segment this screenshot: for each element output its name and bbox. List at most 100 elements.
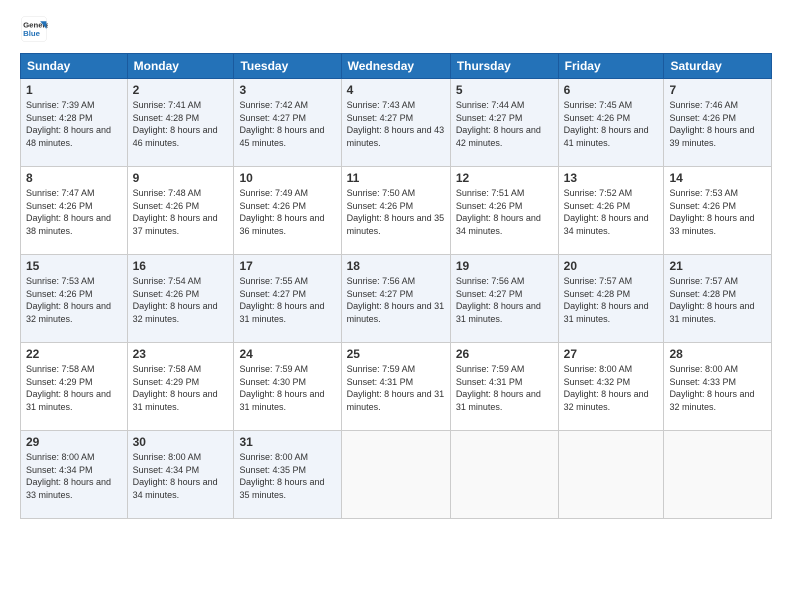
- day-number: 19: [456, 259, 553, 273]
- day-number: 2: [133, 83, 229, 97]
- day-info: Sunrise: 7:41 AMSunset: 4:28 PMDaylight:…: [133, 100, 218, 148]
- calendar-cell: [450, 431, 558, 519]
- day-info: Sunrise: 8:00 AMSunset: 4:34 PMDaylight:…: [133, 452, 218, 500]
- calendar-cell: 9 Sunrise: 7:48 AMSunset: 4:26 PMDayligh…: [127, 167, 234, 255]
- day-number: 22: [26, 347, 122, 361]
- logo-icon: General Blue: [20, 15, 48, 43]
- calendar-cell: 13 Sunrise: 7:52 AMSunset: 4:26 PMDaylig…: [558, 167, 664, 255]
- calendar-cell: 14 Sunrise: 7:53 AMSunset: 4:26 PMDaylig…: [664, 167, 772, 255]
- day-number: 28: [669, 347, 766, 361]
- day-info: Sunrise: 7:49 AMSunset: 4:26 PMDaylight:…: [239, 188, 324, 236]
- day-info: Sunrise: 7:48 AMSunset: 4:26 PMDaylight:…: [133, 188, 218, 236]
- day-info: Sunrise: 7:42 AMSunset: 4:27 PMDaylight:…: [239, 100, 324, 148]
- calendar-cell: 25 Sunrise: 7:59 AMSunset: 4:31 PMDaylig…: [341, 343, 450, 431]
- day-info: Sunrise: 7:53 AMSunset: 4:26 PMDaylight:…: [26, 276, 111, 324]
- day-info: Sunrise: 7:55 AMSunset: 4:27 PMDaylight:…: [239, 276, 324, 324]
- day-info: Sunrise: 7:46 AMSunset: 4:26 PMDaylight:…: [669, 100, 754, 148]
- calendar-cell: 30 Sunrise: 8:00 AMSunset: 4:34 PMDaylig…: [127, 431, 234, 519]
- calendar-cell: 6 Sunrise: 7:45 AMSunset: 4:26 PMDayligh…: [558, 79, 664, 167]
- day-number: 13: [564, 171, 659, 185]
- calendar-cell: 12 Sunrise: 7:51 AMSunset: 4:26 PMDaylig…: [450, 167, 558, 255]
- calendar-cell: 22 Sunrise: 7:58 AMSunset: 4:29 PMDaylig…: [21, 343, 128, 431]
- day-info: Sunrise: 8:00 AMSunset: 4:34 PMDaylight:…: [26, 452, 111, 500]
- day-number: 15: [26, 259, 122, 273]
- calendar-week-2: 8 Sunrise: 7:47 AMSunset: 4:26 PMDayligh…: [21, 167, 772, 255]
- day-number: 3: [239, 83, 335, 97]
- day-info: Sunrise: 7:59 AMSunset: 4:31 PMDaylight:…: [456, 364, 541, 412]
- day-number: 27: [564, 347, 659, 361]
- calendar-cell: 10 Sunrise: 7:49 AMSunset: 4:26 PMDaylig…: [234, 167, 341, 255]
- day-number: 30: [133, 435, 229, 449]
- calendar-cell: 1 Sunrise: 7:39 AMSunset: 4:28 PMDayligh…: [21, 79, 128, 167]
- calendar-cell: 8 Sunrise: 7:47 AMSunset: 4:26 PMDayligh…: [21, 167, 128, 255]
- calendar-cell: 23 Sunrise: 7:58 AMSunset: 4:29 PMDaylig…: [127, 343, 234, 431]
- day-number: 4: [347, 83, 445, 97]
- day-number: 12: [456, 171, 553, 185]
- day-info: Sunrise: 7:57 AMSunset: 4:28 PMDaylight:…: [669, 276, 754, 324]
- calendar-cell: [664, 431, 772, 519]
- day-number: 7: [669, 83, 766, 97]
- calendar-week-1: 1 Sunrise: 7:39 AMSunset: 4:28 PMDayligh…: [21, 79, 772, 167]
- day-info: Sunrise: 7:59 AMSunset: 4:31 PMDaylight:…: [347, 364, 445, 412]
- calendar-cell: 18 Sunrise: 7:56 AMSunset: 4:27 PMDaylig…: [341, 255, 450, 343]
- calendar-cell: 28 Sunrise: 8:00 AMSunset: 4:33 PMDaylig…: [664, 343, 772, 431]
- page: General Blue SundayMondayTuesdayWednesda…: [0, 0, 792, 612]
- day-number: 14: [669, 171, 766, 185]
- day-number: 25: [347, 347, 445, 361]
- day-info: Sunrise: 7:51 AMSunset: 4:26 PMDaylight:…: [456, 188, 541, 236]
- day-of-week-monday: Monday: [127, 54, 234, 79]
- day-of-week-friday: Friday: [558, 54, 664, 79]
- calendar-cell: 5 Sunrise: 7:44 AMSunset: 4:27 PMDayligh…: [450, 79, 558, 167]
- day-of-week-sunday: Sunday: [21, 54, 128, 79]
- calendar-cell: 3 Sunrise: 7:42 AMSunset: 4:27 PMDayligh…: [234, 79, 341, 167]
- day-number: 6: [564, 83, 659, 97]
- day-info: Sunrise: 7:57 AMSunset: 4:28 PMDaylight:…: [564, 276, 649, 324]
- day-number: 8: [26, 171, 122, 185]
- day-info: Sunrise: 7:56 AMSunset: 4:27 PMDaylight:…: [456, 276, 541, 324]
- day-number: 11: [347, 171, 445, 185]
- day-info: Sunrise: 7:54 AMSunset: 4:26 PMDaylight:…: [133, 276, 218, 324]
- day-info: Sunrise: 8:00 AMSunset: 4:32 PMDaylight:…: [564, 364, 649, 412]
- day-info: Sunrise: 7:53 AMSunset: 4:26 PMDaylight:…: [669, 188, 754, 236]
- day-of-week-tuesday: Tuesday: [234, 54, 341, 79]
- calendar-cell: 20 Sunrise: 7:57 AMSunset: 4:28 PMDaylig…: [558, 255, 664, 343]
- day-number: 20: [564, 259, 659, 273]
- day-info: Sunrise: 7:56 AMSunset: 4:27 PMDaylight:…: [347, 276, 445, 324]
- day-info: Sunrise: 8:00 AMSunset: 4:35 PMDaylight:…: [239, 452, 324, 500]
- calendar-week-5: 29 Sunrise: 8:00 AMSunset: 4:34 PMDaylig…: [21, 431, 772, 519]
- calendar-cell: 16 Sunrise: 7:54 AMSunset: 4:26 PMDaylig…: [127, 255, 234, 343]
- calendar-cell: 11 Sunrise: 7:50 AMSunset: 4:26 PMDaylig…: [341, 167, 450, 255]
- calendar-cell: 29 Sunrise: 8:00 AMSunset: 4:34 PMDaylig…: [21, 431, 128, 519]
- calendar-cell: 7 Sunrise: 7:46 AMSunset: 4:26 PMDayligh…: [664, 79, 772, 167]
- calendar-cell: [341, 431, 450, 519]
- day-number: 10: [239, 171, 335, 185]
- day-number: 24: [239, 347, 335, 361]
- day-info: Sunrise: 7:58 AMSunset: 4:29 PMDaylight:…: [26, 364, 111, 412]
- day-info: Sunrise: 7:43 AMSunset: 4:27 PMDaylight:…: [347, 100, 445, 148]
- calendar-header-row: SundayMondayTuesdayWednesdayThursdayFrid…: [21, 54, 772, 79]
- day-number: 5: [456, 83, 553, 97]
- calendar-cell: 31 Sunrise: 8:00 AMSunset: 4:35 PMDaylig…: [234, 431, 341, 519]
- calendar-cell: 4 Sunrise: 7:43 AMSunset: 4:27 PMDayligh…: [341, 79, 450, 167]
- day-info: Sunrise: 7:52 AMSunset: 4:26 PMDaylight:…: [564, 188, 649, 236]
- svg-text:Blue: Blue: [23, 29, 41, 38]
- day-info: Sunrise: 7:59 AMSunset: 4:30 PMDaylight:…: [239, 364, 324, 412]
- day-info: Sunrise: 7:47 AMSunset: 4:26 PMDaylight:…: [26, 188, 111, 236]
- day-info: Sunrise: 7:50 AMSunset: 4:26 PMDaylight:…: [347, 188, 445, 236]
- logo: General Blue: [20, 15, 52, 43]
- day-of-week-saturday: Saturday: [664, 54, 772, 79]
- calendar-cell: 19 Sunrise: 7:56 AMSunset: 4:27 PMDaylig…: [450, 255, 558, 343]
- calendar-cell: 21 Sunrise: 7:57 AMSunset: 4:28 PMDaylig…: [664, 255, 772, 343]
- calendar-cell: 24 Sunrise: 7:59 AMSunset: 4:30 PMDaylig…: [234, 343, 341, 431]
- day-number: 16: [133, 259, 229, 273]
- calendar-cell: 2 Sunrise: 7:41 AMSunset: 4:28 PMDayligh…: [127, 79, 234, 167]
- calendar-cell: 26 Sunrise: 7:59 AMSunset: 4:31 PMDaylig…: [450, 343, 558, 431]
- day-info: Sunrise: 7:45 AMSunset: 4:26 PMDaylight:…: [564, 100, 649, 148]
- day-number: 21: [669, 259, 766, 273]
- calendar-table: SundayMondayTuesdayWednesdayThursdayFrid…: [20, 53, 772, 519]
- day-info: Sunrise: 7:39 AMSunset: 4:28 PMDaylight:…: [26, 100, 111, 148]
- day-info: Sunrise: 7:58 AMSunset: 4:29 PMDaylight:…: [133, 364, 218, 412]
- calendar-week-4: 22 Sunrise: 7:58 AMSunset: 4:29 PMDaylig…: [21, 343, 772, 431]
- day-number: 17: [239, 259, 335, 273]
- calendar-cell: 15 Sunrise: 7:53 AMSunset: 4:26 PMDaylig…: [21, 255, 128, 343]
